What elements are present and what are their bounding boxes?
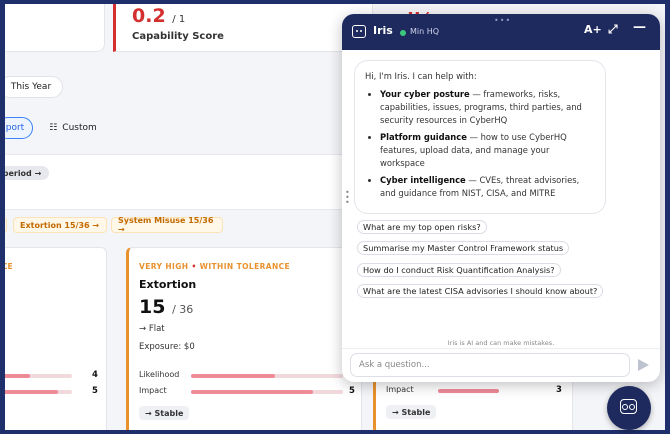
likelihood-bar xyxy=(191,374,343,378)
iris-launcher-button[interactable] xyxy=(607,386,651,430)
status-fragment: CE xyxy=(5,262,13,271)
impact-bar xyxy=(438,389,548,393)
capability-item: Your cyber posture — frameworks, risks, … xyxy=(380,88,595,127)
stable-badge: → Stable xyxy=(139,406,190,420)
capability-score-label: Capability Score xyxy=(132,31,224,42)
suggestion-chip[interactable]: What are the latest CISA advisories I sh… xyxy=(357,284,604,298)
tag-chip-extortion[interactable]: Extortion 15/36 → xyxy=(13,217,107,233)
risk-title: Extortion xyxy=(139,278,197,291)
impact-label: Impact xyxy=(386,385,414,394)
left-summary-card xyxy=(5,4,105,52)
sliders-icon: ☷ xyxy=(49,123,58,133)
likelihood-label: Likelihood xyxy=(139,370,180,379)
minimize-icon[interactable]: — xyxy=(633,20,646,35)
risk-card-left[interactable]: CE 4 5 xyxy=(5,247,107,430)
capability-title: Cyber intelligence xyxy=(380,175,466,185)
expand-icon[interactable]: ⤢ xyxy=(608,22,618,37)
impact-bar xyxy=(5,390,72,394)
question-input[interactable]: Ask a question... xyxy=(350,353,630,377)
resize-handle-icon[interactable]: • • • xyxy=(345,189,350,207)
tolerance-label: WITHIN TOLERANCE xyxy=(199,262,291,271)
period-chip[interactable]: period → xyxy=(5,166,49,180)
iris-header[interactable]: ••• Iris Min HQ A+ ⤢ — xyxy=(342,14,660,50)
bot-icon xyxy=(352,25,366,38)
risk-trend: → Flat xyxy=(139,324,165,334)
font-size-button[interactable]: A+ xyxy=(584,23,602,36)
tag-chip-system-misuse[interactable]: System Misuse 15/36 → xyxy=(111,216,223,234)
capability-list: Your cyber posture — frameworks, risks, … xyxy=(365,88,595,200)
risk-exposure: Exposure: $0 xyxy=(139,342,195,352)
risk-card-extortion[interactable]: VERY HIGH • WITHIN TOLERANCE Extortion 1… xyxy=(126,247,362,430)
risk-card-right[interactable]: Impact 3 → Stable xyxy=(373,374,573,430)
impact-label: Impact xyxy=(139,386,167,395)
capability-score-value: 0.2 / 1 xyxy=(132,5,185,27)
impact-value: 3 xyxy=(556,385,562,395)
send-icon[interactable] xyxy=(638,359,649,371)
capability-item: Platform guidance — how to use CyberHQ f… xyxy=(380,131,595,170)
risk-status: VERY HIGH • WITHIN TOLERANCE xyxy=(139,262,290,271)
custom-filter[interactable]: ☷ Custom xyxy=(41,117,105,139)
score-denominator: / 1 xyxy=(172,14,186,25)
iris-mode: Min HQ xyxy=(410,27,440,36)
suggestion-chip[interactable]: How do I conduct Risk Quantification Ana… xyxy=(357,263,561,277)
suggestion-chip[interactable]: Summarise my Master Control Framework st… xyxy=(357,241,570,255)
capability-item: Cyber intelligence — CVEs, threat adviso… xyxy=(380,174,595,200)
likelihood-value: 4 xyxy=(92,370,98,380)
this-year-filter[interactable]: This Year xyxy=(5,76,63,98)
status-dot-icon xyxy=(400,30,406,36)
severity-label: VERY HIGH xyxy=(139,262,189,271)
custom-filter-label: Custom xyxy=(62,123,97,133)
stable-badge: → Stable xyxy=(386,405,437,419)
iris-title: Iris xyxy=(373,24,393,37)
capability-title: Platform guidance xyxy=(380,132,467,142)
impact-bar xyxy=(191,390,343,394)
iris-welcome-message: Hi, I'm Iris. I can help with: Your cybe… xyxy=(354,60,606,214)
capability-score-card[interactable]: 0.2 / 1 Capability Score xyxy=(113,4,373,52)
risk-score-number: 15 xyxy=(139,296,166,318)
ai-disclaimer: Iris is AI and can make mistakes. xyxy=(447,339,555,347)
iris-chat-panel: ••• Iris Min HQ A+ ⤢ — • • • Hi, I'm Iris.… xyxy=(342,14,660,382)
impact-value: 5 xyxy=(92,386,98,396)
risk-score-denominator: / 36 xyxy=(172,303,194,316)
score-number: 0.2 xyxy=(132,5,166,27)
status-separator: • xyxy=(191,262,197,271)
welcome-intro: Hi, I'm Iris. I can help with: xyxy=(365,71,477,81)
tag-chip-partial[interactable]: → xyxy=(5,217,7,233)
impact-value: 5 xyxy=(349,386,355,396)
report-filter[interactable]: port xyxy=(5,117,33,139)
bot-icon xyxy=(620,399,637,414)
risk-score: 15 / 36 xyxy=(139,296,193,318)
capability-title: Your cyber posture xyxy=(380,89,470,99)
period-band xyxy=(5,154,345,210)
drag-handle-icon[interactable]: ••• xyxy=(494,16,511,25)
page-frame: 0.2 / 1 Capability Score 0% This Year po… xyxy=(5,4,665,430)
input-row: Ask a question... xyxy=(342,348,660,382)
suggestion-chip[interactable]: What are my top open risks? xyxy=(357,220,487,234)
likelihood-bar xyxy=(5,374,72,378)
